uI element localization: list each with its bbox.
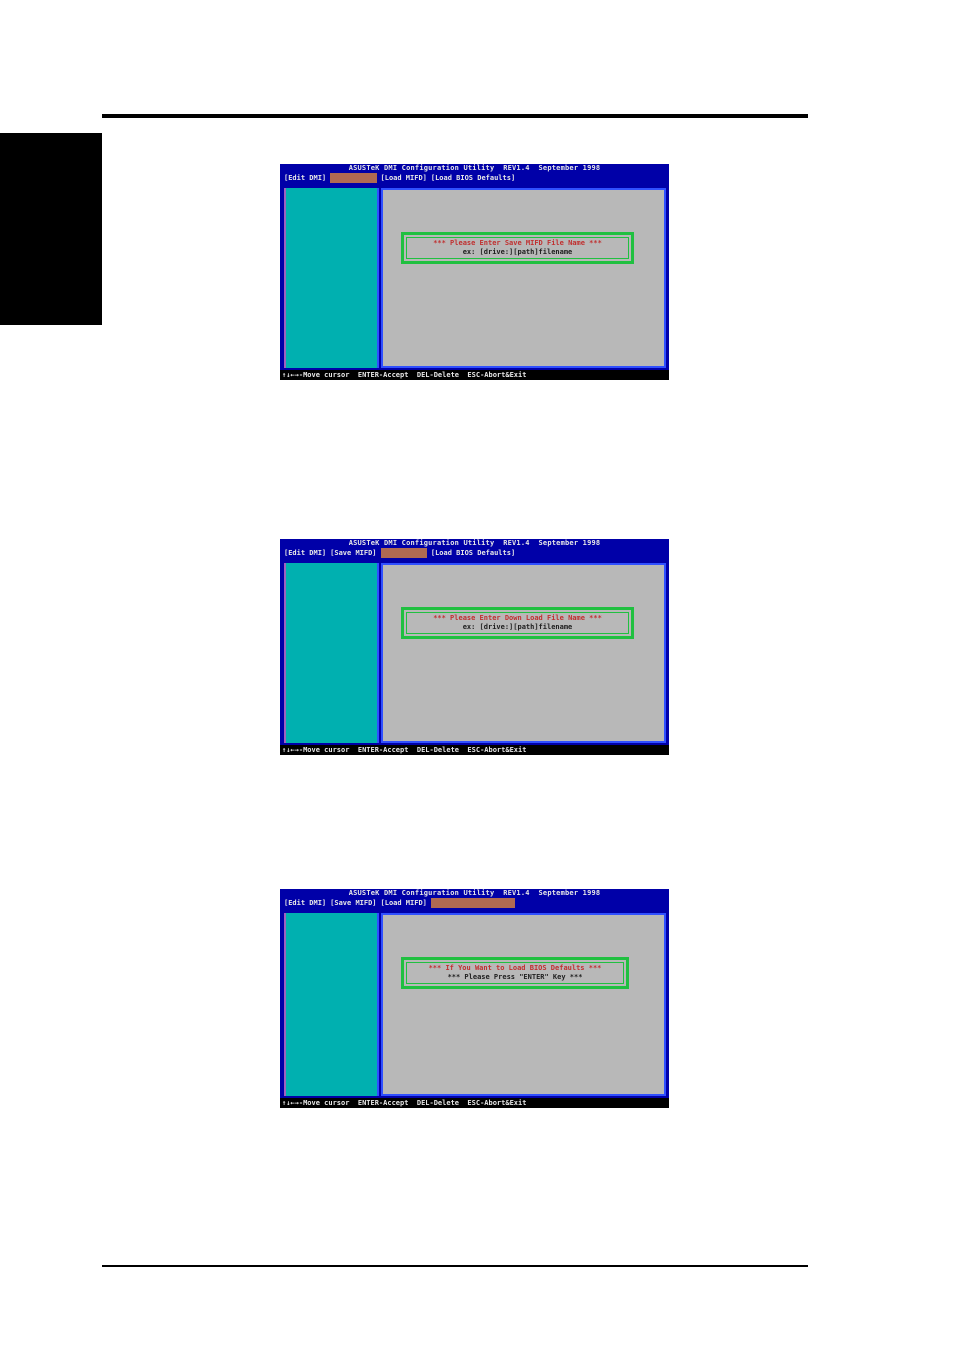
bios-screen-load-mifd: ASUSTeK DMI Configuration Utility REV1.4… xyxy=(280,539,669,755)
menu-load-bios-defaults[interactable]: [Load BIOS Defaults] xyxy=(430,898,516,908)
left-panel xyxy=(284,563,379,743)
work-area: *** Please Enter Save MIFD File Name ***… xyxy=(280,185,669,370)
page-rule-top xyxy=(102,114,808,118)
work-area: *** If You Want to Load BIOS Defaults **… xyxy=(280,910,669,1098)
dialog-prompt: *** If You Want to Load BIOS Defaults **… xyxy=(428,964,602,972)
filename-dialog[interactable]: *** Please Enter Down Load File Name ***… xyxy=(401,607,634,639)
work-area: *** Please Enter Down Load File Name ***… xyxy=(280,560,669,745)
bios-screen-load-defaults: ASUSTeK DMI Configuration Utility REV1.4… xyxy=(280,889,669,1108)
right-panel xyxy=(381,188,666,368)
menu-load-bios-defaults[interactable]: [Load BIOS Defaults] xyxy=(431,173,515,183)
menu-bar: [Edit DMI] [Save MIFD] [Load MIFD] [Load… xyxy=(280,548,669,558)
status-bar: ↑↓←→-Move cursor ENTER-Accept DEL-Delete… xyxy=(280,745,669,755)
menu-bar: [Edit DMI] [Save MIFD] [Load MIFD] [Load… xyxy=(280,898,669,908)
menu-save-mifd[interactable]: [Save MIFD] xyxy=(330,898,376,908)
menu-load-mifd[interactable]: [Load MIFD] xyxy=(380,548,427,558)
filename-dialog[interactable]: *** Please Enter Save MIFD File Name ***… xyxy=(401,232,634,264)
confirm-dialog[interactable]: *** If You Want to Load BIOS Defaults **… xyxy=(401,957,629,989)
left-panel xyxy=(284,913,379,1096)
chapter-side-tab xyxy=(0,133,102,325)
menu-save-mifd[interactable]: [Save MIFD] xyxy=(330,173,377,183)
right-panel xyxy=(381,913,666,1096)
bios-screen-save-mifd: ASUSTeK DMI Configuration Utility REV1.4… xyxy=(280,164,669,380)
right-panel xyxy=(381,563,666,743)
menu-save-mifd[interactable]: [Save MIFD] xyxy=(330,548,376,558)
screen-title: ASUSTeK DMI Configuration Utility REV1.4… xyxy=(348,164,601,172)
menu-load-mifd[interactable]: [Load MIFD] xyxy=(381,173,427,183)
dialog-instruction: *** Please Press "ENTER" Key *** xyxy=(447,973,583,981)
dialog-example: ex: [drive:][path]filename xyxy=(462,623,573,631)
page-rule-bottom xyxy=(102,1265,808,1267)
left-panel xyxy=(284,188,379,368)
menu-edit-dmi[interactable]: [Edit DMI] xyxy=(284,548,326,558)
screen-title: ASUSTeK DMI Configuration Utility REV1.4… xyxy=(348,539,601,547)
dialog-example: ex: [drive:][path]filename xyxy=(462,248,573,256)
screen-title: ASUSTeK DMI Configuration Utility REV1.4… xyxy=(348,889,601,897)
dialog-prompt: *** Please Enter Save MIFD File Name *** xyxy=(433,239,602,247)
menu-bar: [Edit DMI] [Save MIFD] [Load MIFD] [Load… xyxy=(280,173,669,183)
status-bar: ↑↓←→-Move cursor ENTER-Accept DEL-Delete… xyxy=(280,370,669,380)
menu-edit-dmi[interactable]: [Edit DMI] xyxy=(284,173,326,183)
menu-load-mifd[interactable]: [Load MIFD] xyxy=(381,898,427,908)
dialog-prompt: *** Please Enter Down Load File Name *** xyxy=(433,614,602,622)
menu-load-bios-defaults[interactable]: [Load BIOS Defaults] xyxy=(431,548,515,558)
menu-edit-dmi[interactable]: [Edit DMI] xyxy=(284,898,326,908)
status-bar: ↑↓←→-Move cursor ENTER-Accept DEL-Delete… xyxy=(280,1098,669,1108)
